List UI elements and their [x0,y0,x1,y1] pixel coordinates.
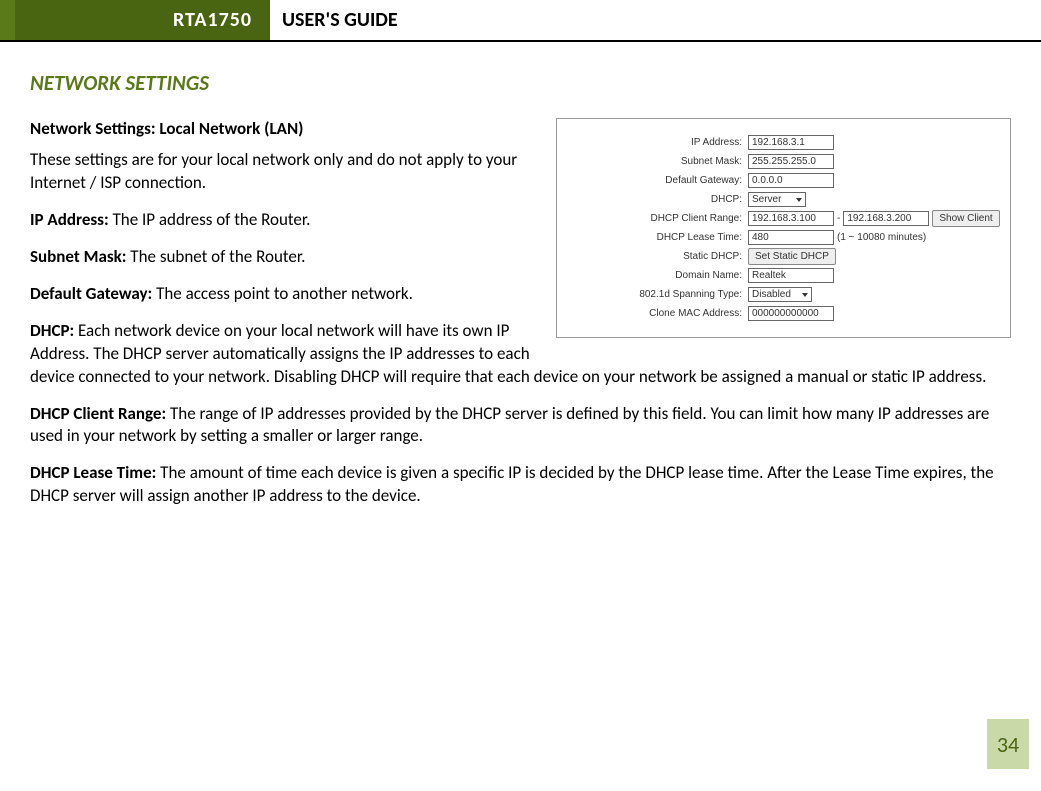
fig-label-mac: Clone MAC Address: [567,308,748,319]
fig-input-ip[interactable]: 192.168.3.1 [748,135,834,150]
def-dhcp-label: DHCP: [30,320,74,341]
model-badge: RTA1750 [15,0,270,40]
fig-range-dash: - [837,213,840,224]
def-ip-text: The IP address of the Router. [109,209,311,230]
fig-input-mac[interactable]: 000000000000 [748,306,834,321]
fig-lease-note: (1 ~ 10080 minutes) [837,232,926,243]
fig-label-lease: DHCP Lease Time: [567,232,748,243]
fig-input-gw[interactable]: 0.0.0.0 [748,173,834,188]
def-range-label: DHCP Client Range: [30,403,166,424]
fig-row-spanning: 802.1d Spanning Type: Disabled [567,285,1000,304]
fig-label-spanning: 802.1d Spanning Type: [567,289,748,300]
def-lease-text: The amount of time each device is given … [30,462,994,506]
fig-label-domain: Domain Name: [567,270,748,281]
fig-input-domain[interactable]: Realtek [748,268,834,283]
def-ip-label: IP Address: [30,209,109,230]
fig-row-ip: IP Address: 192.168.3.1 [567,133,1000,152]
fig-input-mask[interactable]: 255.255.255.0 [748,154,834,169]
page-content: NETWORK SETTINGS IP Address: 192.168.3.1… [0,42,1041,522]
fig-label-dhcp: DHCP: [567,194,748,205]
fig-row-dhcp: DHCP: Server [567,190,1000,209]
fig-label-range: DHCP Client Range: [567,213,748,224]
header-bar: RTA1750 USER'S GUIDE [0,0,1041,42]
def-lease: DHCP Lease Time: The amount of time each… [30,462,1011,508]
chevron-down-icon [802,293,808,297]
fig-row-gw: Default Gateway: 0.0.0.0 [567,171,1000,190]
fig-row-mac: Clone MAC Address: 000000000000 [567,304,1000,323]
fig-select-dhcp[interactable]: Server [748,192,806,207]
def-gw-label: Default Gateway: [30,283,152,304]
fig-row-mask: Subnet Mask: 255.255.255.0 [567,152,1000,171]
fig-button-show-client[interactable]: Show Client [932,210,999,227]
section-title: NETWORK SETTINGS [30,70,1011,96]
def-range-text: The range of IP addresses provided by th… [30,403,989,447]
guide-title: USER'S GUIDE [270,0,398,40]
fig-select-dhcp-value: Server [752,194,781,205]
def-mask-text: The subnet of the Router. [126,246,305,267]
fig-label-ip: IP Address: [567,137,748,148]
chevron-down-icon [796,198,802,202]
fig-input-range-from[interactable]: 192.168.3.100 [748,211,834,226]
fig-row-lease: DHCP Lease Time: 480 (1 ~ 10080 minutes) [567,228,1000,247]
model-text: RTA1750 [173,8,252,32]
fig-row-domain: Domain Name: Realtek [567,266,1000,285]
fig-input-lease[interactable]: 480 [748,230,834,245]
fig-row-range: DHCP Client Range: 192.168.3.100 - 192.1… [567,209,1000,228]
def-mask-label: Subnet Mask: [30,246,126,267]
header-left-pad [0,0,15,40]
def-gw-text: The access point to another network. [152,283,413,304]
fig-label-static: Static DHCP: [567,251,748,262]
fig-label-gw: Default Gateway: [567,175,748,186]
fig-select-spanning[interactable]: Disabled [748,287,812,302]
fig-button-set-static-dhcp[interactable]: Set Static DHCP [748,248,836,265]
fig-label-mask: Subnet Mask: [567,156,748,167]
page-number: 34 [987,719,1029,769]
fig-select-spanning-value: Disabled [752,289,791,300]
fig-row-static: Static DHCP: Set Static DHCP [567,247,1000,266]
def-range: DHCP Client Range: The range of IP addre… [30,403,1011,449]
def-lease-label: DHCP Lease Time: [30,462,156,483]
lan-settings-figure: IP Address: 192.168.3.1 Subnet Mask: 255… [556,118,1011,338]
fig-input-range-to[interactable]: 192.168.3.200 [843,211,929,226]
